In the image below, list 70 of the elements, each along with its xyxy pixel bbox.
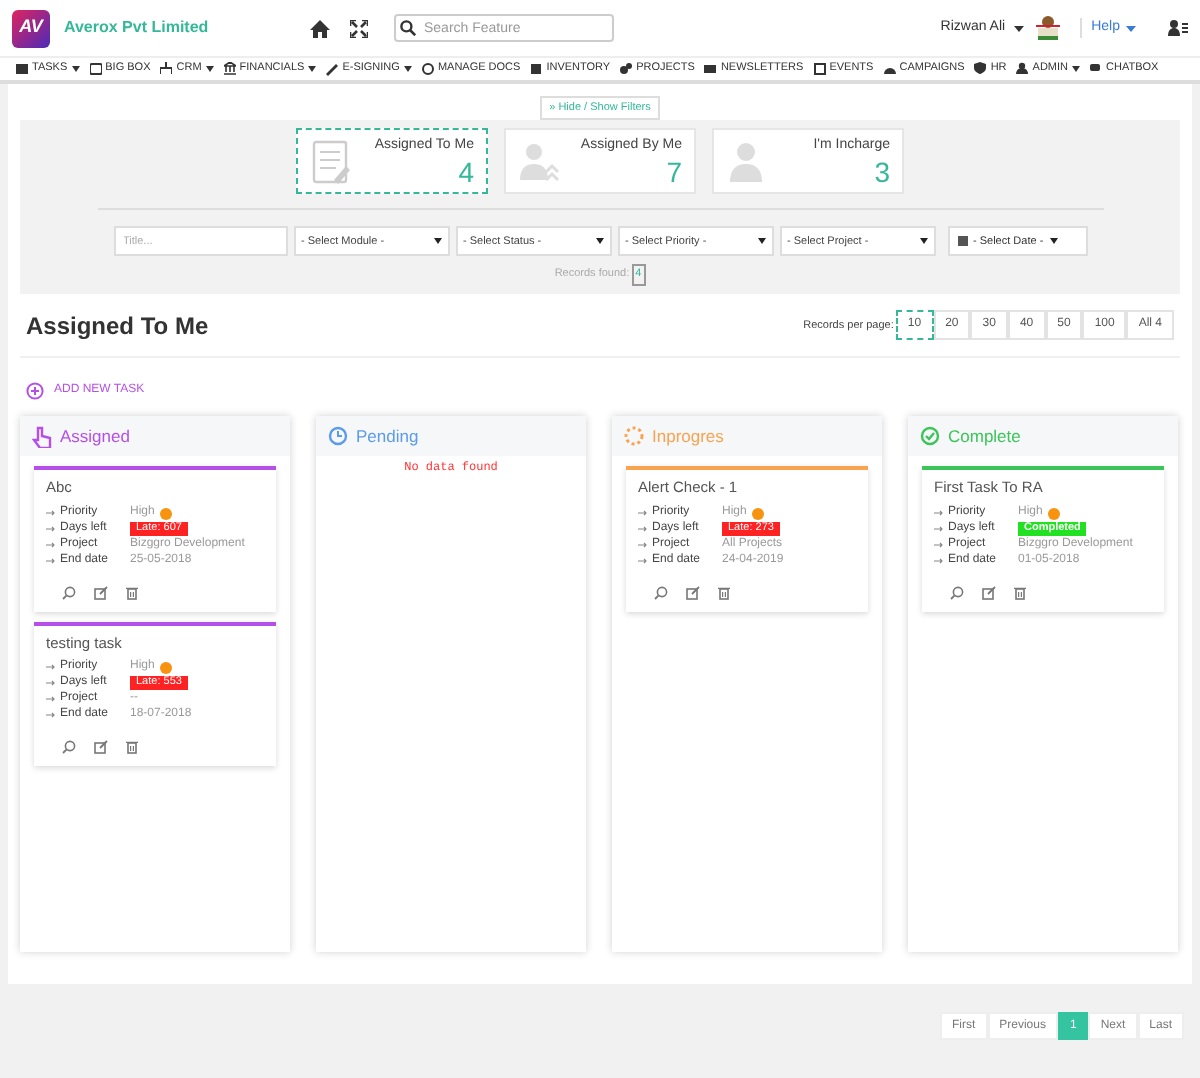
column-title: Pending — [356, 423, 419, 450]
caret-icon — [433, 238, 441, 245]
clock-icon — [328, 425, 348, 448]
search-icon — [400, 20, 416, 36]
page-heading: Assigned To Me — [26, 309, 209, 344]
caret-icon — [595, 238, 603, 245]
circle-icon — [421, 62, 434, 76]
caret-icon — [71, 66, 80, 72]
arrow-icon — [46, 696, 56, 703]
caret-icon — [757, 238, 765, 245]
column-title: Complete — [948, 423, 1021, 450]
box-icon — [89, 62, 102, 76]
column-title: Assigned — [60, 423, 130, 450]
notepad-icon — [310, 139, 352, 184]
trash-icon[interactable] — [1014, 585, 1026, 599]
arrow-icon — [934, 558, 944, 564]
arrow-icon — [46, 526, 56, 532]
arrow-icon — [46, 542, 56, 548]
arrow-icon — [46, 712, 56, 719]
edit-icon[interactable] — [94, 585, 108, 599]
bank-icon — [223, 62, 236, 76]
contacts-icon[interactable] — [1168, 20, 1188, 36]
sitemap-icon — [160, 62, 173, 76]
stat-count: 4 — [458, 157, 474, 187]
hand-icon — [32, 425, 52, 448]
arrow-icon — [46, 664, 56, 671]
trash-icon[interactable] — [718, 585, 730, 599]
arrow-icon — [934, 542, 944, 548]
arrow-icon — [934, 510, 944, 516]
pen-icon — [326, 62, 339, 76]
trash-icon[interactable] — [126, 739, 138, 754]
arrow-icon — [638, 542, 648, 548]
zoom-icon[interactable] — [62, 739, 76, 754]
stat-count: 3 — [874, 157, 890, 187]
arrow-icon — [638, 510, 648, 516]
arrow-icon — [638, 558, 648, 564]
zoom-icon[interactable] — [62, 585, 76, 599]
arrow-icon — [46, 510, 56, 516]
caret-icon — [205, 66, 214, 72]
stat-count: 7 — [666, 157, 682, 187]
caret-icon — [403, 66, 412, 72]
spinner-icon — [624, 425, 644, 448]
caret-icon — [308, 66, 317, 72]
caret-icon — [1072, 66, 1081, 72]
arrow-icon — [46, 558, 56, 564]
column-title: Inprogres — [652, 423, 724, 450]
expand-icon[interactable] — [350, 19, 368, 37]
add-circle-icon — [26, 382, 44, 401]
square-icon — [530, 62, 543, 76]
arrow-icon — [638, 526, 648, 532]
app-logo: AV — [12, 9, 50, 47]
arrow-icon — [934, 526, 944, 532]
trash-icon[interactable] — [126, 585, 138, 599]
caret-icon — [1013, 25, 1024, 31]
home-icon[interactable] — [310, 19, 330, 37]
edit-icon[interactable] — [94, 739, 108, 754]
check-circle-icon — [920, 425, 940, 448]
shield-icon — [974, 62, 987, 76]
caret-icon — [1126, 25, 1136, 31]
edit-icon[interactable] — [982, 585, 996, 599]
edit-icon[interactable] — [686, 585, 700, 599]
zoom-icon[interactable] — [950, 585, 964, 599]
caret-icon — [1049, 238, 1058, 245]
arrow-icon — [46, 680, 56, 687]
caret-icon — [919, 238, 927, 245]
person-icon — [726, 139, 768, 184]
user-icon — [1016, 62, 1029, 76]
people-icon — [518, 139, 560, 184]
zoom-icon[interactable] — [654, 585, 668, 599]
company-name: Averox Pvt Limited — [64, 16, 211, 40]
